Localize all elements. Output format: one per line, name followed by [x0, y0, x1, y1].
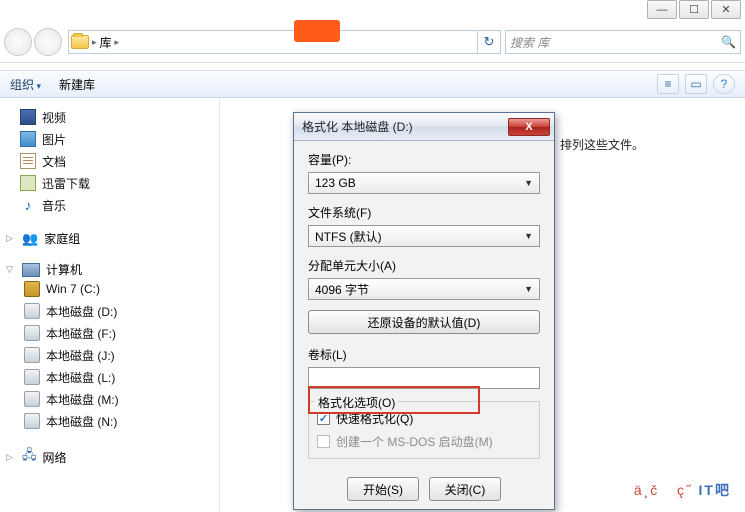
document-icon — [20, 153, 36, 169]
sidebar-item-label: 网络 — [43, 449, 67, 466]
dialog-title: 格式化 本地磁盘 (D:) — [302, 118, 413, 135]
expand-icon: ▷ — [6, 452, 16, 463]
filesystem-select[interactable]: NTFS (默认) — [308, 225, 540, 247]
back-button[interactable] — [4, 28, 32, 56]
drive-icon — [24, 325, 40, 341]
sidebar-section-homegroup[interactable]: ▷ 👥 家庭组 — [6, 230, 219, 247]
sidebar-item-documents[interactable]: 文档 — [20, 150, 219, 172]
format-options-group: 格式化选项(O) ✓ 快速格式化(Q) 创建一个 MS-DOS 启动盘(M) — [308, 401, 540, 459]
allocation-select[interactable]: 4096 字节 — [308, 278, 540, 300]
folder-icon — [71, 35, 89, 49]
drive-icon — [24, 281, 40, 297]
allocation-label: 分配单元大小(A) — [308, 257, 540, 274]
chevron-right-icon: ▸ — [115, 37, 120, 48]
msdos-label: 创建一个 MS-DOS 启动盘(M) — [336, 433, 493, 450]
search-input[interactable]: 搜索 库 🔍 — [505, 30, 741, 54]
capacity-value: 123 GB — [315, 176, 356, 190]
chevron-right-icon: ▸ — [92, 37, 97, 48]
capacity-select[interactable]: 123 GB — [308, 172, 540, 194]
sidebar-drive-j[interactable]: 本地磁盘 (J:) — [24, 344, 219, 366]
volume-label: 卷标(L) — [308, 346, 540, 363]
sidebar-item-label: 本地磁盘 (F:) — [46, 325, 116, 342]
sidebar-drive-c[interactable]: Win 7 (C:) — [24, 278, 219, 300]
sidebar-item-pictures[interactable]: 图片 — [20, 128, 219, 150]
sidebar-item-label: 计算机 — [46, 261, 82, 278]
sidebar-drive-d[interactable]: 本地磁盘 (D:) — [24, 300, 219, 322]
forward-button[interactable] — [34, 28, 62, 56]
maximize-button[interactable]: ☐ — [679, 0, 709, 19]
close-button[interactable]: 关闭(C) — [429, 477, 501, 501]
sidebar-item-label: 本地磁盘 (M:) — [46, 391, 119, 408]
crumb-root[interactable]: 库 — [100, 34, 112, 51]
drive-icon — [24, 413, 40, 429]
music-icon: ♪ — [20, 197, 36, 213]
allocation-value: 4096 字节 — [315, 281, 369, 298]
msdos-boot-checkbox: 创建一个 MS-DOS 启动盘(M) — [317, 433, 531, 450]
preview-pane-button[interactable]: ▭ — [685, 74, 707, 94]
filesystem-value: NTFS (默认) — [315, 228, 382, 245]
breadcrumb[interactable]: ▸ 库 ▸ — [68, 30, 478, 54]
sidebar-drive-f[interactable]: 本地磁盘 (F:) — [24, 322, 219, 344]
sidebar-section-network[interactable]: ▷ 🖧 网络 — [6, 446, 219, 468]
orange-badge — [294, 20, 340, 42]
collapse-icon: ▽ — [6, 264, 16, 275]
download-icon — [20, 175, 36, 191]
volume-input[interactable] — [308, 367, 540, 389]
sidebar-item-downloads[interactable]: 迅雷下载 — [20, 172, 219, 194]
quick-format-label: 快速格式化(Q) — [336, 410, 413, 427]
sidebar-item-label: 家庭组 — [44, 230, 80, 247]
sidebar-item-music[interactable]: ♪ 音乐 — [20, 194, 219, 216]
format-dialog: 格式化 本地磁盘 (D:) X 容量(P): 123 GB 文件系统(F) NT… — [293, 112, 555, 510]
drive-icon — [24, 391, 40, 407]
help-button[interactable]: ? — [713, 74, 735, 94]
sidebar-item-label: 本地磁盘 (J:) — [46, 347, 115, 364]
sidebar-drive-n[interactable]: 本地磁盘 (N:) — [24, 410, 219, 432]
watermark-text: ç˝ — [677, 482, 693, 498]
start-button[interactable]: 开始(S) — [347, 477, 419, 501]
watermark: ä¸č ç˝ IT吧 — [634, 480, 731, 500]
quick-format-checkbox[interactable]: ✓ 快速格式化(Q) — [317, 410, 531, 427]
sidebar-section-computer[interactable]: ▽ 计算机 — [6, 261, 219, 278]
organize-menu[interactable]: 组织 — [10, 76, 41, 93]
filesystem-label: 文件系统(F) — [308, 204, 540, 221]
restore-defaults-button[interactable]: 还原设备的默认值(D) — [308, 310, 540, 334]
refresh-button[interactable]: ↻ — [477, 30, 501, 54]
new-library-button[interactable]: 新建库 — [59, 76, 95, 93]
drive-icon — [24, 347, 40, 363]
dialog-close-button[interactable]: X — [508, 118, 550, 136]
checkbox-icon: ✓ — [317, 412, 330, 425]
video-icon — [20, 109, 36, 125]
network-icon: 🖧 — [22, 446, 37, 468]
sidebar-item-label: 视频 — [42, 109, 66, 126]
drive-icon — [24, 303, 40, 319]
empty-folder-hint: 排列这些文件。 — [560, 136, 644, 153]
sidebar-item-label: 图片 — [42, 131, 66, 148]
sidebar-drive-l[interactable]: 本地磁盘 (L:) — [24, 366, 219, 388]
drive-icon — [24, 369, 40, 385]
view-mode-button[interactable]: ≡ — [657, 74, 679, 94]
capacity-label: 容量(P): — [308, 151, 540, 168]
sidebar-item-label: 本地磁盘 (L:) — [46, 369, 115, 386]
sidebar-item-video[interactable]: 视频 — [20, 106, 219, 128]
search-icon: 🔍 — [721, 35, 736, 49]
divider — [0, 62, 745, 63]
homegroup-icon: 👥 — [22, 231, 38, 247]
sidebar-item-label: 本地磁盘 (D:) — [46, 303, 117, 320]
checkbox-icon — [317, 435, 330, 448]
watermark-text: ä¸č — [634, 482, 659, 498]
sidebar-item-label: 音乐 — [42, 197, 66, 214]
sidebar-item-label: Win 7 (C:) — [46, 282, 100, 296]
sidebar-item-label: 文档 — [42, 153, 66, 170]
picture-icon — [20, 131, 36, 147]
sidebar-drive-m[interactable]: 本地磁盘 (M:) — [24, 388, 219, 410]
sidebar-item-label: 迅雷下载 — [42, 175, 90, 192]
minimize-button[interactable]: — — [647, 0, 677, 19]
expand-icon: ▷ — [6, 233, 16, 244]
search-placeholder: 搜索 库 — [510, 34, 549, 51]
window-close-button[interactable]: ✕ — [711, 0, 741, 19]
watermark-logo: IT吧 — [699, 482, 731, 498]
sidebar-item-label: 本地磁盘 (N:) — [46, 413, 117, 430]
computer-icon — [22, 263, 40, 277]
format-options-label: 格式化选项(O) — [315, 394, 398, 411]
